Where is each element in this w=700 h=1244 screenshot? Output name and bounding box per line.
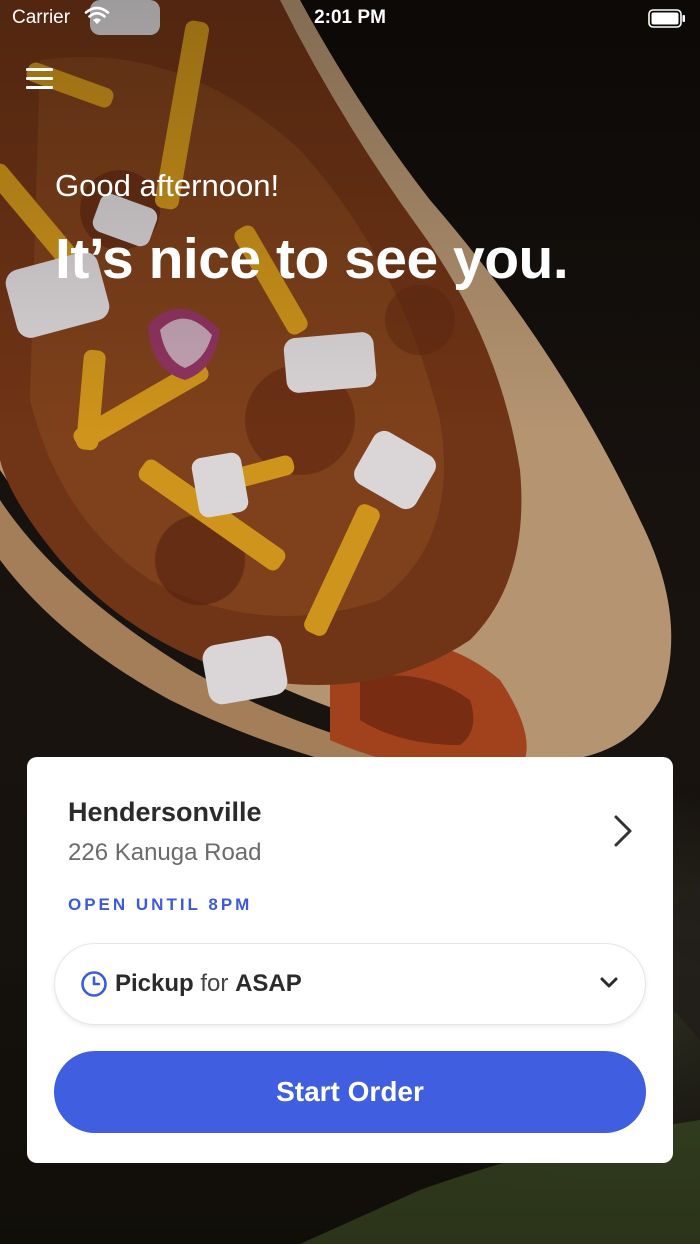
location-address[interactable]: 226 Kanuga Road <box>68 839 262 867</box>
greeting-subtitle: Good afternoon! <box>55 168 280 203</box>
chevron-right-icon[interactable] <box>611 813 635 849</box>
hamburger-menu-icon[interactable] <box>26 66 56 92</box>
order-mode-text: Pickup for ASAP <box>115 970 302 998</box>
greeting-headline: It’s nice to see you. <box>55 227 569 291</box>
clock-icon <box>81 971 107 997</box>
order-time-label: ASAP <box>235 970 302 997</box>
location-name[interactable]: Hendersonville <box>68 797 262 828</box>
clock-time: 2:01 PM <box>314 7 386 28</box>
order-mode-label: Pickup <box>115 970 194 997</box>
battery-icon <box>648 9 685 28</box>
start-order-button[interactable]: Start Order <box>54 1051 646 1133</box>
chevron-down-icon <box>600 977 618 988</box>
order-mode-dropdown[interactable]: Pickup for ASAP <box>55 944 645 1024</box>
order-mode-connector: for <box>200 970 229 997</box>
status-bar: Carrier 2:01 PM <box>0 0 700 40</box>
location-card: Hendersonville 226 Kanuga Road OPEN UNTI… <box>27 757 673 1163</box>
location-hours: OPEN UNTIL 8PM <box>68 895 253 914</box>
